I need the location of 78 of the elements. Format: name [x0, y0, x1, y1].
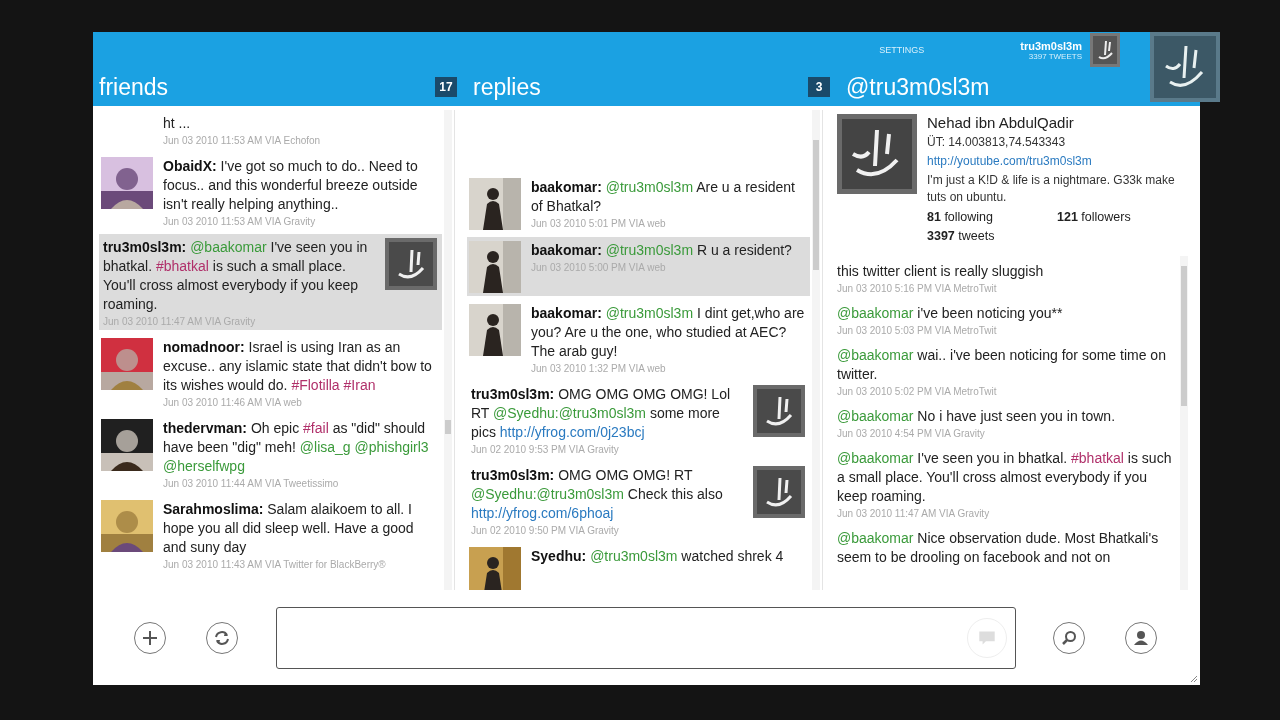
mention-link[interactable]: @lisa_g [299, 439, 351, 455]
scrollbar[interactable] [812, 110, 820, 590]
profile-location: ÜT: 14.003813,74.543343 [927, 134, 1067, 151]
profile-button[interactable] [1125, 621, 1157, 654]
mention-link[interactable]: @baakomar [837, 305, 914, 321]
count-badge: 3 [808, 77, 830, 97]
settings-link[interactable]: SETTINGS [879, 45, 925, 55]
hashtag-link[interactable]: #fail [303, 420, 329, 436]
mention-link[interactable]: @herselfwpg [163, 458, 245, 474]
mention-link[interactable]: @baakomar [837, 530, 914, 546]
tweet-text: @baakomar No i have just seen you in town. [837, 407, 1117, 426]
tweet-text: baakomar: @tru3m0sl3m R u a resident? [531, 241, 793, 260]
tweet-meta: Jun 03 2010 11:44 AM VIA Tweetissimo [163, 478, 340, 489]
tweet-text: Syedhu: @tru3m0sl3m watched shrek 4 [531, 547, 785, 566]
column-title: replies [473, 73, 541, 101]
scrollbar[interactable] [444, 110, 452, 590]
tweet-text: baakomar: @tru3m0sl3m Are u a resident of Bhatkal? [531, 178, 796, 216]
mention-link[interactable]: @Syedhu:@tru3m0sl3m [471, 486, 624, 502]
tweet-meta: Jun 03 2010 5:03 PM VIA MetroTwit [837, 325, 998, 336]
tweet-meta: Jun 03 2010 1:32 PM VIA web [531, 363, 667, 374]
tweet-text: @baakomar I've seen you in bhatkal. #bhatkal is such a small place. You'll cross almost everybody if you keep roaming. [837, 449, 1173, 506]
url-link[interactable]: http://yfrog.com/6phoaj [471, 505, 614, 521]
tweet-text: @baakomar wai.. i've been noticing for some time on twitter. [837, 346, 1167, 384]
mention-link[interactable]: @tru3m0sl3m [605, 242, 694, 258]
tweet-meta: Jun 03 2010 11:43 AM VIA Twitter for BlackBerry® [163, 559, 387, 570]
tweet-text: @baakomar Nice observation dude. Most Bhatkali's seem to be drooling on facebook and not on [837, 529, 1160, 567]
resize-grip-icon[interactable] [1188, 673, 1198, 683]
profile-bio: I'm just a K!D & life is a nightmare. G33k make tuts on ubuntu. [927, 172, 1176, 206]
tweet-meta: Jun 02 2010 9:50 PM VIA Gravity [471, 525, 620, 536]
mention-link[interactable]: @baakomar [837, 408, 914, 424]
profile-url[interactable]: http://youtube.com/tru3m0sl3m [927, 154, 1092, 168]
tweet-text: ht ... [163, 114, 192, 133]
tweet-text: @baakomar i've been noticing you** [837, 304, 1064, 323]
tweet-text: nomadnoor: Israel is using Iran as an excuse.. any islamic state that didn't bow to its wishes would do. #Flotilla #Iran [163, 338, 433, 395]
tweet-text: tru3m0sl3m: OMG OMG OMG OMG! Lol RT @Syedhu:@tru3m0sl3m some more pics http://yfrog.com/0j23bcj [471, 385, 732, 442]
tweet-text: ObaidX: I've got so much to do.. Need to focus.. and this wonderful breeze outside isn't really helping anything.. [163, 157, 419, 214]
count-badge: 17 [435, 77, 457, 97]
tweet-meta: Jun 03 2010 11:47 AM VIA Gravity [837, 508, 991, 519]
tweet-meta: Jun 03 2010 5:01 PM VIA web [531, 218, 667, 229]
mention-link[interactable]: @baakomar [190, 239, 267, 255]
hashtag-link[interactable]: #bhatkal [155, 258, 209, 274]
tweet-meta: Jun 03 2010 11:53 AM VIA Gravity [163, 216, 317, 227]
profile-name: Nehad ibn AbdulQadir [927, 114, 1075, 131]
url-link[interactable]: http://yfrog.com/0j23bcj [499, 424, 645, 440]
hashtag-link[interactable]: #Iran [343, 377, 376, 393]
tweet-meta: Jun 02 2010 9:53 PM VIA Gravity [471, 444, 620, 455]
tweet-text: this twitter client is really sluggish [837, 262, 1045, 281]
search-button[interactable] [1053, 621, 1085, 654]
profile-stat: 121 followers [1057, 209, 1132, 226]
tweet-meta: Jun 03 2010 4:54 PM VIA Gravity [837, 428, 986, 439]
tweet-meta: Jun 03 2010 5:16 PM VIA MetroTwit [837, 283, 998, 294]
tweet-text: baakomar: @tru3m0sl3m I dint get,who are you? Are u the one, who studied at AEC? The arab guy! [531, 304, 805, 361]
tweet-meta: Jun 03 2010 11:53 AM VIA Echofon [163, 135, 322, 146]
mention-link[interactable]: @baakomar [837, 450, 914, 466]
mention-link[interactable]: @baakomar [837, 347, 914, 363]
mention-link[interactable]: @tru3m0sl3m [590, 548, 678, 564]
mention-link[interactable]: @tru3m0sl3m [605, 305, 694, 321]
tweet-text: thedervman: Oh epic #fail as "did" should have been "dig" meh! @lisa_g @phishgirl3 @herselfwpg [163, 419, 430, 476]
mention-link[interactable]: @phishgirl3 [354, 439, 429, 455]
tweet-meta: Jun 03 2010 11:46 AM VIA web [163, 397, 303, 408]
mention-link[interactable]: @Syedhu:@tru3m0sl3m [493, 405, 646, 421]
tweet-text: tru3m0sl3m: @baakomar I've seen you in bhatkal. #bhatkal is such a small place. You'll cross almost everybody if you keep roaming. [103, 238, 369, 314]
column-title: friends [99, 73, 169, 101]
tweet-text: tru3m0sl3m: OMG OMG OMG! RT @Syedhu:@tru3m0sl3m Check this also http://yfrog.com/6phoaj [471, 466, 724, 523]
tweet-count: 3397 TWEETS [1028, 51, 1082, 61]
refresh-button[interactable] [206, 621, 238, 654]
profile-stat: 81 following [927, 209, 995, 226]
tweet-text: Sarahmoslima: Salam alaikoem to all. I hope you all did sleep well. Have a good and suny day [163, 500, 415, 557]
mention-link[interactable]: @tru3m0sl3m [605, 179, 694, 195]
hashtag-link[interactable]: #bhatkal [1071, 450, 1124, 466]
profile-stat: 3397 tweets [927, 228, 996, 245]
hashtag-link[interactable]: #Flotilla [291, 377, 340, 393]
tweet-input-field[interactable] [276, 606, 1016, 669]
scrollbar[interactable] [1180, 256, 1188, 590]
tweet-meta: Jun 03 2010 5:02 PM VIA MetroTwit [837, 386, 998, 397]
column-title: @tru3m0sl3m [846, 73, 990, 101]
username: tru3m0sl3m [1020, 39, 1082, 52]
new-tweet-button[interactable] [134, 621, 166, 654]
